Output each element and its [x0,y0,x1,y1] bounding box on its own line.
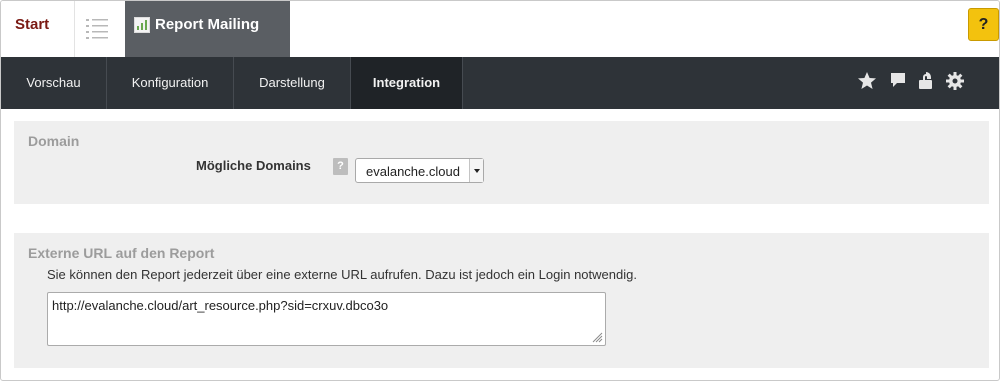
external-url-panel: Externe URL auf den Report Sie können de… [14,233,989,368]
app-window: Start Report Mailing ? Vorschau Konfigur… [0,0,1000,381]
domain-title: Domain [28,133,80,149]
list-icon [86,19,108,39]
tab-report-label: Report Mailing [155,16,260,33]
star-icon[interactable] [857,71,877,91]
external-url-field[interactable]: http://evalanche.cloud/art_resource.php?… [47,292,606,346]
nav-integration[interactable]: Integration [351,57,463,109]
resize-grip-icon[interactable] [592,332,603,343]
help-question-icon[interactable]: ? [333,158,348,175]
chevron-down-icon [469,159,483,182]
nav-icon-group [857,57,977,109]
domain-select-value: evalanche.cloud [366,164,460,179]
domains-label: Mögliche Domains [196,158,311,173]
nav-vorschau[interactable]: Vorschau [1,57,107,109]
tab-start[interactable]: Start [1,1,74,57]
tab-list-view[interactable] [74,1,125,57]
top-tab-bar: Start Report Mailing ? [1,1,999,57]
nav-konfiguration[interactable]: Konfiguration [107,57,234,109]
section-nav: Vorschau Konfiguration Darstellung Integ… [1,57,999,109]
domain-panel: Domain Mögliche Domains ? evalanche.clou… [14,121,989,204]
help-button[interactable]: ? [968,8,999,41]
external-url-description: Sie können den Report jederzeit über ein… [47,267,637,282]
nav-darstellung[interactable]: Darstellung [234,57,351,109]
domain-select[interactable]: evalanche.cloud [355,158,484,183]
gear-icon[interactable] [945,71,965,91]
external-url-title: Externe URL auf den Report [28,245,215,261]
comment-icon[interactable] [889,71,907,91]
tab-report-mailing[interactable]: Report Mailing [125,1,290,57]
report-chart-icon [134,17,150,33]
unlock-icon[interactable] [917,71,935,91]
